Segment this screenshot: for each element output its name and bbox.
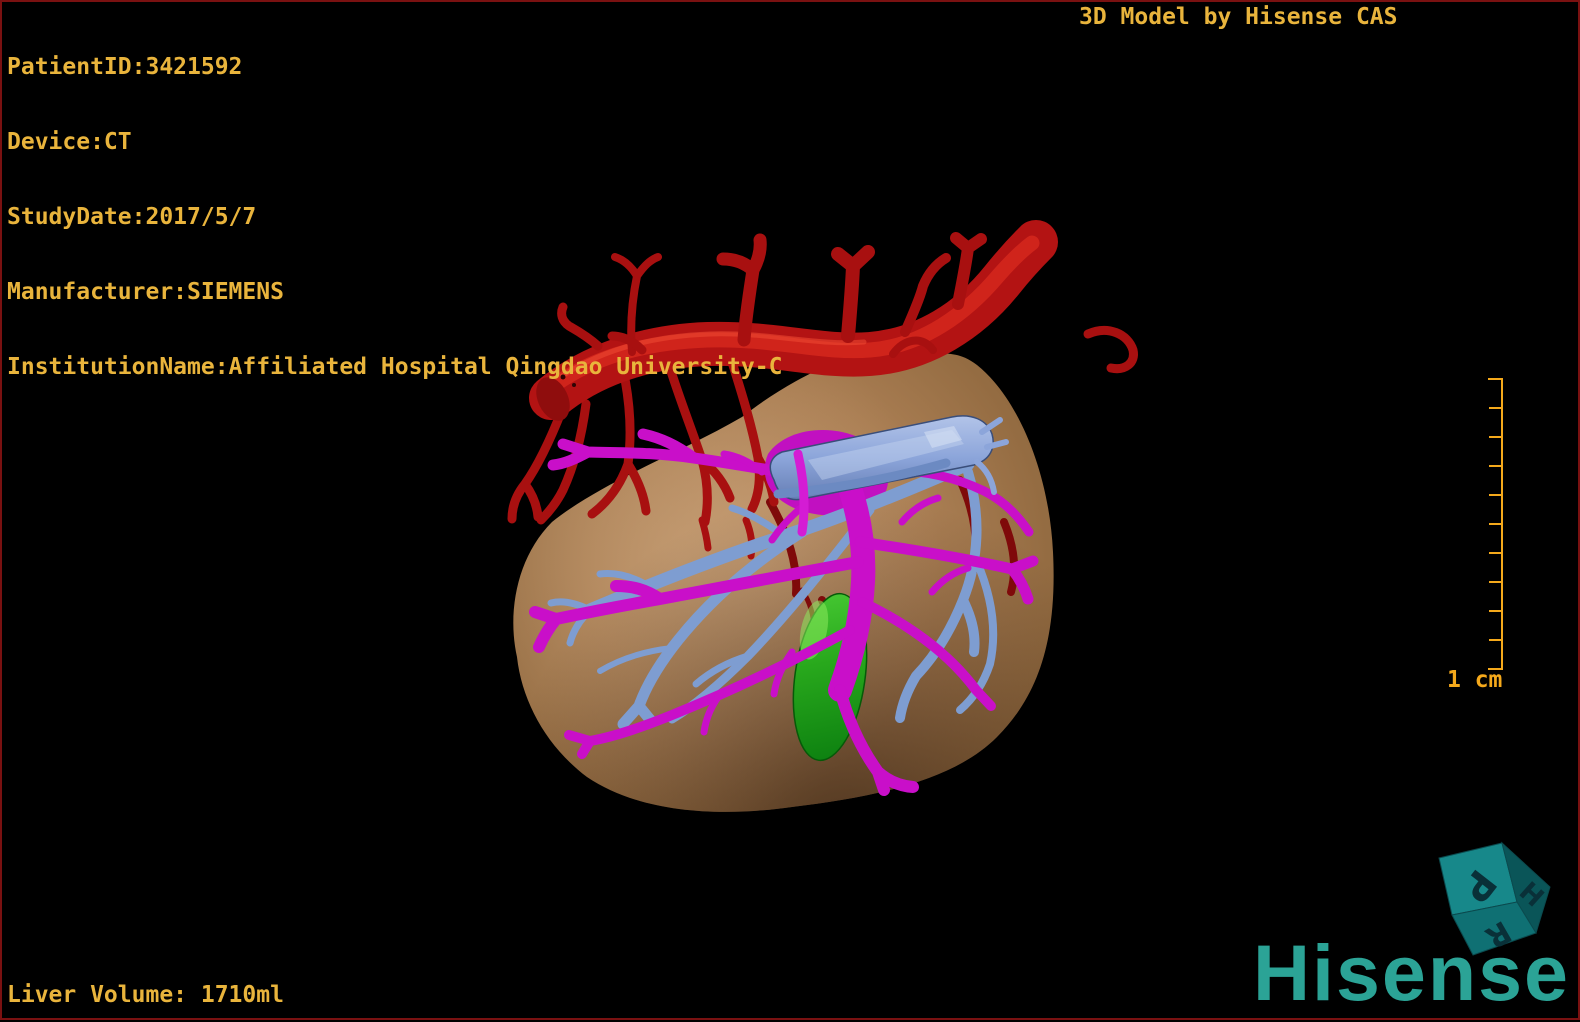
scale-bar — [1488, 378, 1503, 670]
device-line: Device:CT — [7, 129, 132, 155]
patient-id-line: PatientID:3421592 — [7, 54, 243, 80]
study-date-line: StudyDate:2017/5/7 — [7, 204, 257, 230]
liver-volume-label: Liver Volume: 1710ml — [7, 982, 284, 1008]
watermark-title: 3D Model by Hisense CAS — [1079, 4, 1398, 30]
manufacturer-line: Manufacturer:SIEMENS — [7, 279, 284, 305]
institution-name-line: InstitutionName:Affiliated Hospital Qing… — [7, 354, 783, 380]
hisense-logo: Hisense — [1252, 928, 1570, 1017]
patient-info-overlay: PatientID:3421592 Device:CT StudyDate:20… — [7, 5, 782, 430]
3d-viewer-window: P H R PatientID:3421592 Device:CT StudyD… — [0, 0, 1580, 1020]
scale-bar-unit-label: 1 cm — [1447, 667, 1503, 693]
